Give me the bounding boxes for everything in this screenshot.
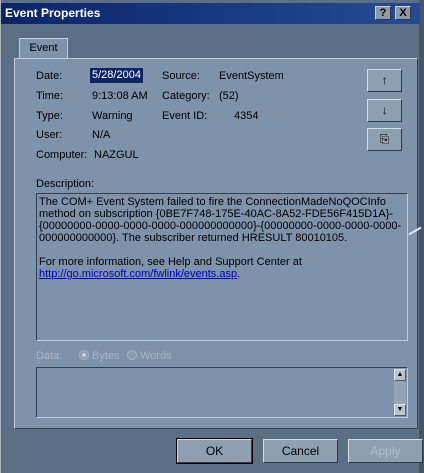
data-label: Data: — [36, 350, 63, 362]
description-text: The COM+ Event System failed to fire the… — [39, 196, 402, 244]
tab-event[interactable]: Event — [19, 38, 68, 59]
event-id-label: Event ID: — [162, 110, 208, 122]
type-value[interactable]: Warning — [92, 110, 133, 122]
description-label: Description: — [36, 178, 95, 190]
previous-event-button[interactable]: ↑ — [367, 69, 402, 92]
title-bar: Event Properties ? X — [1, 3, 420, 24]
scroll-down-icon[interactable]: ▼ — [394, 404, 406, 416]
bytes-label: Bytes — [92, 350, 120, 362]
source-value[interactable]: EventSystem — [219, 70, 284, 82]
cancel-button[interactable]: Cancel — [263, 439, 338, 463]
event-properties-dialog: Event Properties ? X Event Date: 5/28/20… — [0, 0, 423, 473]
bytes-radio[interactable]: Bytes — [79, 350, 120, 362]
arrow-up-icon: ↑ — [381, 73, 388, 87]
type-label: Type: — [36, 110, 63, 122]
apply-button[interactable]: Apply — [348, 439, 423, 463]
help-link[interactable]: http://go.microsoft.com/fwlink/events.as… — [39, 268, 237, 280]
user-label: User: — [36, 129, 63, 141]
more-info-label: For more information, see Help and Suppo… — [39, 256, 302, 268]
data-scrollbar[interactable]: ▲ ▼ — [394, 369, 406, 416]
words-radio[interactable]: Words — [127, 350, 172, 362]
arrow-down-icon: ↓ — [381, 103, 388, 117]
dialog-title: Event Properties — [5, 6, 101, 20]
time-label: Time: — [36, 90, 64, 102]
user-value[interactable]: N/A — [92, 129, 110, 141]
scroll-up-icon[interactable]: ▲ — [394, 369, 406, 381]
radio-unselected-icon — [127, 350, 137, 360]
description-textbox[interactable]: The COM+ Event System failed to fire the… — [36, 193, 408, 341]
computer-value[interactable]: NAZGUL — [94, 149, 139, 161]
date-label: Date: — [36, 70, 63, 82]
close-button[interactable]: X — [395, 6, 411, 20]
category-label: Category: — [162, 90, 210, 102]
link-suffix: . — [237, 268, 241, 280]
copy-button[interactable]: ⎘ — [367, 128, 402, 151]
category-value[interactable]: (52) — [219, 90, 239, 102]
more-info-text: For more information, see Help and Suppo… — [39, 256, 405, 280]
next-event-button[interactable]: ↓ — [367, 99, 402, 122]
time-value[interactable]: 9:13:08 AM — [92, 90, 148, 102]
source-label: Source: — [162, 70, 200, 82]
event-id-value[interactable]: 4354 — [234, 110, 258, 122]
copy-icon: ⎘ — [379, 132, 390, 146]
date-value[interactable]: 5/28/2004 — [90, 68, 143, 83]
words-label: Words — [140, 350, 172, 362]
ok-button[interactable]: OK — [176, 438, 253, 464]
radio-selected-icon — [79, 350, 89, 360]
computer-label: Computer: — [36, 149, 88, 161]
data-textbox[interactable]: ▲ ▼ — [36, 367, 408, 418]
help-button[interactable]: ? — [375, 6, 391, 20]
